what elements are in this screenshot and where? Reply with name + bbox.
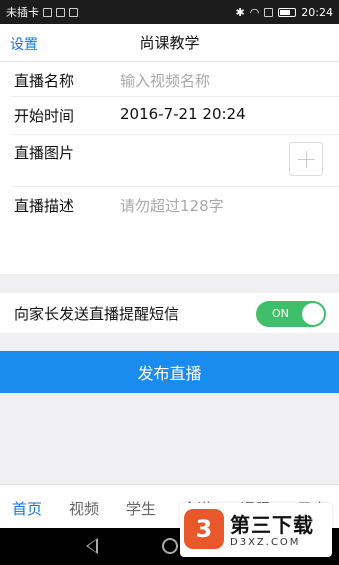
home-icon[interactable] (162, 538, 178, 554)
toggle-state-text: ON (272, 307, 289, 320)
sim-icon (43, 7, 52, 17)
live-name-input[interactable]: 输入视频名称 (120, 70, 210, 91)
start-time-value[interactable]: 2016-7-21 20:24 (120, 105, 246, 123)
tab-home[interactable]: 首页 (12, 498, 42, 519)
settings-button[interactable]: 设置 (10, 34, 38, 54)
watermark-title: 第三下载 (230, 513, 314, 537)
add-image-button[interactable] (289, 142, 323, 176)
description-row[interactable]: 直播描述 请勿超过128字 (0, 195, 339, 225)
battery-icon (278, 7, 297, 17)
start-time-label: 开始时间 (14, 107, 75, 125)
page-title: 尚课教学 (139, 34, 200, 52)
sms-reminder-row: 向家长发送直播提醒短信 ON (0, 293, 339, 333)
notification-icon (69, 7, 78, 17)
divider (12, 96, 339, 97)
tab-videos[interactable]: 视频 (69, 498, 99, 519)
watermark-logo-icon: 3 (184, 509, 224, 549)
live-image-label: 直播图片 (14, 144, 75, 162)
sms-reminder-toggle[interactable]: ON (256, 301, 326, 327)
sms-reminder-label: 向家长发送直播提醒短信 (14, 305, 180, 323)
watermark-subtitle: D3XZ.COM (230, 537, 301, 548)
clock-text: 20:24 (301, 5, 333, 19)
publish-live-button[interactable]: 发布直播 (0, 351, 339, 393)
start-time-row[interactable]: 开始时间 2016-7-21 20:24 (0, 105, 339, 135)
wifi-icon: ◠ (249, 5, 260, 19)
watermark-logo: 3 第三下载 D3XZ.COM (180, 503, 332, 557)
back-icon[interactable] (86, 538, 98, 554)
signal-icon (264, 7, 274, 17)
description-input[interactable]: 请勿超过128字 (120, 195, 224, 216)
carrier-text: 未插卡 (6, 6, 39, 19)
bluetooth-icon: ✱ (235, 5, 245, 19)
live-name-label: 直播名称 (14, 72, 75, 90)
message-icon (56, 7, 65, 17)
divider (12, 186, 339, 187)
divider (12, 134, 339, 135)
live-form: 直播名称 输入视频名称 开始时间 2016-7-21 20:24 直播图片 直播… (0, 62, 339, 274)
status-bar: 未插卡 ✱ ◠ 20:24 (0, 0, 339, 24)
tab-students[interactable]: 学生 (126, 498, 156, 519)
description-label: 直播描述 (14, 197, 75, 215)
toggle-knob (302, 303, 324, 325)
nav-bar: 设置 尚课教学 (0, 24, 339, 62)
